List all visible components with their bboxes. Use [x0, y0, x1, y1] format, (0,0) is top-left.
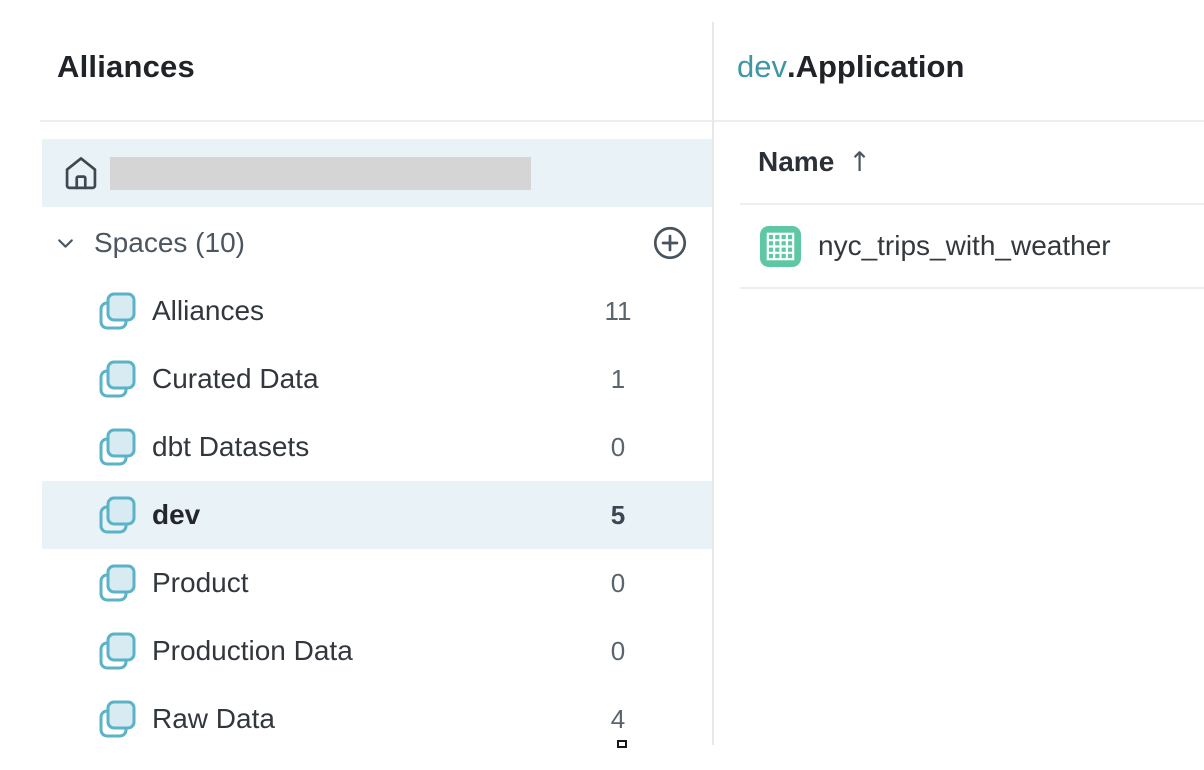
- home-row[interactable]: [42, 139, 713, 207]
- breadcrumb-separator: .: [787, 49, 796, 84]
- breadcrumb-current: Application: [796, 49, 965, 84]
- space-label: Alliances: [152, 295, 264, 327]
- space-count: 4: [588, 704, 648, 735]
- table-header-row: Name ↑: [713, 121, 1204, 203]
- page-title: Alliances: [57, 49, 195, 85]
- space-count: 0: [588, 568, 648, 599]
- dataset-list-panel: dev.Application Name ↑ nyc_trips_with_we…: [713, 0, 1204, 770]
- cursor-artifact: [617, 740, 627, 748]
- sidebar-item-raw-data[interactable]: Raw Data 4: [42, 685, 713, 753]
- space-layers-icon: [97, 291, 137, 331]
- sidebar-item-dbt-datasets[interactable]: dbt Datasets 0: [42, 413, 713, 481]
- space-layers-icon: [97, 427, 137, 467]
- spaces-sidebar: Alliances Spaces (10): [0, 0, 713, 770]
- space-label: Curated Data: [152, 363, 319, 395]
- sidebar-item-dev[interactable]: dev 5: [42, 481, 713, 549]
- panel-divider: [712, 22, 714, 745]
- name-column-header[interactable]: Name: [758, 146, 834, 178]
- space-count: 5: [588, 500, 648, 531]
- space-count: 0: [588, 432, 648, 463]
- breadcrumb-space-link[interactable]: dev: [737, 49, 787, 84]
- sidebar-item-production-data[interactable]: Production Data 0: [42, 617, 713, 685]
- space-label: dev: [152, 499, 200, 531]
- title-divider: [40, 120, 1204, 122]
- space-label: Raw Data: [152, 703, 275, 735]
- space-layers-icon: [97, 563, 137, 603]
- chevron-down-icon[interactable]: [53, 231, 78, 256]
- spaces-section-label: Spaces (10): [94, 227, 245, 259]
- space-count: 11: [588, 296, 648, 327]
- add-space-button[interactable]: [651, 224, 689, 262]
- space-layers-icon: [97, 495, 137, 535]
- space-layers-icon: [97, 631, 137, 671]
- space-count: 1: [588, 364, 648, 395]
- sidebar-item-alliances[interactable]: Alliances 11: [42, 277, 713, 345]
- space-count: 0: [588, 636, 648, 667]
- table-row[interactable]: nyc_trips_with_weather: [713, 204, 1204, 288]
- home-icon: [62, 154, 100, 192]
- breadcrumb: dev.Application: [737, 49, 964, 85]
- sidebar-item-curated-data[interactable]: Curated Data 1: [42, 345, 713, 413]
- space-label: dbt Datasets: [152, 431, 309, 463]
- dataset-name: nyc_trips_with_weather: [818, 230, 1111, 262]
- space-label: Production Data: [152, 635, 353, 667]
- space-layers-icon: [97, 359, 137, 399]
- spaces-tree: Spaces (10) Alliances 11: [0, 139, 713, 753]
- space-label: Product: [152, 567, 249, 599]
- app-window: Alliances Spaces (10): [0, 0, 1204, 770]
- space-layers-icon: [97, 699, 137, 739]
- sort-ascending-icon[interactable]: ↑: [848, 147, 871, 178]
- spaces-section-header[interactable]: Spaces (10): [42, 209, 713, 277]
- redacted-home-label: [110, 157, 531, 190]
- dataset-table-icon: [759, 225, 802, 268]
- table-row-divider: [740, 287, 1204, 289]
- sidebar-item-product[interactable]: Product 0: [42, 549, 713, 617]
